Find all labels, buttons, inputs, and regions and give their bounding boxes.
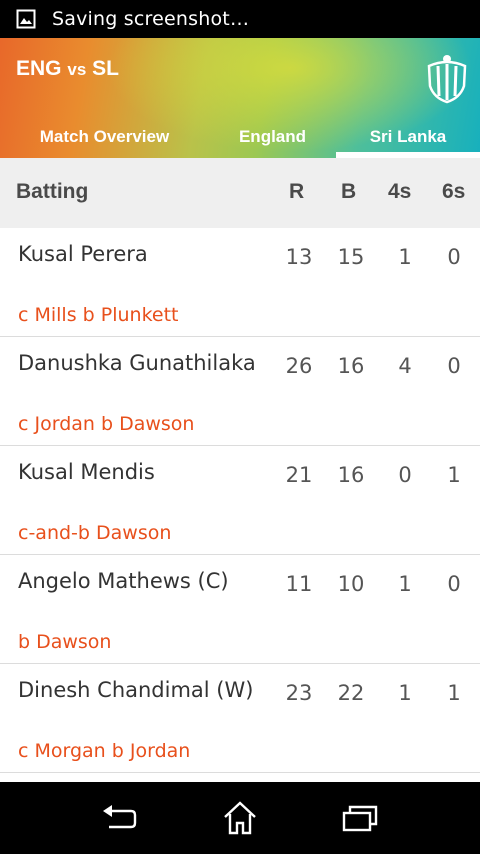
balls-value: 16 [337, 463, 365, 487]
match-title: ENG vs SL [16, 57, 119, 81]
fours-value: 0 [398, 463, 412, 487]
runs-value: 11 [285, 572, 313, 596]
cricket-shield-icon[interactable] [424, 52, 470, 104]
sixes-value: 0 [447, 245, 461, 269]
sixes-value: 0 [447, 572, 461, 596]
dismissal-text: c Jordan b Dawson [18, 413, 195, 435]
status-text: Saving screenshot… [52, 8, 250, 30]
status-bar: Saving screenshot… [0, 0, 480, 38]
runs-column-header: R [289, 180, 305, 203]
team1-label: ENG [16, 57, 62, 80]
fours-value: 1 [398, 681, 412, 705]
balls-value: 16 [337, 354, 365, 378]
batting-rows: Kusal Perera 13 15 1 0 c Mills b Plunket… [0, 228, 480, 773]
dismissal-text: b Dawson [18, 631, 112, 653]
batsman-name: Danushka Gunathilaka [18, 351, 256, 375]
runs-value: 13 [285, 245, 313, 269]
runs-value: 21 [285, 463, 313, 487]
home-icon[interactable] [220, 800, 260, 836]
batsman-name: Kusal Perera [18, 242, 148, 266]
runs-value: 23 [285, 681, 313, 705]
batting-table-header: Batting R B 4s 6s [0, 158, 480, 228]
fours-column-header: 4s [388, 180, 412, 203]
batsman-row[interactable]: Kusal Mendis 21 16 0 1 c-and-b Dawson [0, 446, 480, 555]
tab-label: Sri Lanka [369, 127, 447, 146]
runs-value: 26 [285, 354, 313, 378]
batsman-row[interactable]: Angelo Mathews (C) 11 10 1 0 b Dawson [0, 555, 480, 664]
image-icon [16, 9, 36, 29]
vs-label: vs [67, 60, 87, 79]
balls-column-header: B [341, 180, 357, 203]
team2-label: SL [92, 57, 119, 80]
team-tabs: Match Overview England Sri Lanka [0, 116, 480, 158]
sixes-value: 1 [447, 463, 461, 487]
balls-value: 10 [337, 572, 365, 596]
batsman-name: Angelo Mathews (C) [18, 569, 229, 593]
batting-heading: Batting [16, 180, 89, 203]
system-navigation-bar [0, 782, 480, 854]
sixes-value: 0 [447, 354, 461, 378]
balls-value: 22 [337, 681, 365, 705]
dismissal-text: c Mills b Plunkett [18, 304, 179, 326]
recents-icon[interactable] [340, 800, 380, 836]
fours-value: 4 [398, 354, 412, 378]
dismissal-text: c-and-b Dawson [18, 522, 172, 544]
match-header: ENG vs SL Match Overview England Sri Lan… [0, 38, 480, 158]
tab-england[interactable]: England [209, 116, 336, 158]
batsman-row[interactable]: Kusal Perera 13 15 1 0 c Mills b Plunket… [0, 228, 480, 337]
sixes-value: 1 [447, 681, 461, 705]
tab-sri-lanka[interactable]: Sri Lanka [336, 116, 480, 158]
dismissal-text: c Morgan b Jordan [18, 740, 191, 762]
tab-match-overview[interactable]: Match Overview [0, 116, 209, 158]
tab-label: England [238, 127, 307, 146]
tab-label: Match Overview [39, 127, 170, 146]
batsman-name: Dinesh Chandimal (W) [18, 678, 254, 702]
back-icon[interactable] [100, 800, 140, 836]
batsman-row[interactable]: Dinesh Chandimal (W) 23 22 1 1 c Morgan … [0, 664, 480, 773]
batsman-name: Kusal Mendis [18, 460, 155, 484]
fours-value: 1 [398, 245, 412, 269]
fours-value: 1 [398, 572, 412, 596]
batsman-row[interactable]: Danushka Gunathilaka 26 16 4 0 c Jordan … [0, 337, 480, 446]
sixes-column-header: 6s [442, 180, 466, 203]
balls-value: 15 [337, 245, 365, 269]
